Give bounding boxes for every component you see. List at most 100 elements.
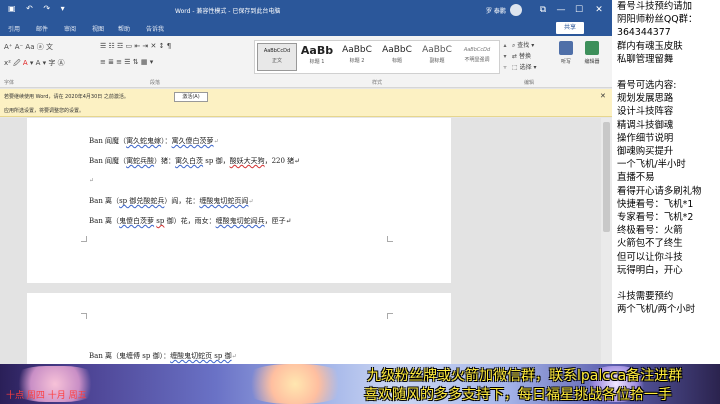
text-run: ↵ (231, 353, 237, 360)
close-icon[interactable]: ✕ (600, 92, 606, 100)
scrollbar-thumb[interactable] (603, 122, 610, 232)
text-run: 御）花，雨女： (164, 217, 216, 225)
text-run: ）： (161, 137, 172, 145)
paragraph-group-label: 段落 (150, 80, 161, 86)
document-line[interactable]: Ban 阎魔（寓蛇兵酸）猪：寓久白茨 sp 御，酸妖大天狗，220 猪↵ (89, 156, 300, 166)
tab-mailings[interactable]: 邮件 (36, 24, 48, 33)
tell-me-search[interactable]: 告诉我 (146, 24, 164, 33)
stream-banner: 十点 周四 十月 周五 九级粉丝牌或火箭加微信群，联系lpalcca备注进群 喜… (0, 364, 720, 404)
panel-line: 专家看号：飞机*2 (617, 212, 694, 224)
editor-button[interactable]: 编辑器 (582, 41, 602, 65)
text-run: Ban 离（ (89, 217, 120, 225)
text-run: 缠酸鬼切蛇阎兵 (215, 217, 265, 225)
text-run: ↵ (213, 138, 219, 145)
style-subtle-emphasis[interactable]: AaBbCcDd 不明显强调 (457, 43, 497, 71)
document-line[interactable]: Ban 离（sp 御兑酸蛇兵）阎，花：缠酸鬼切蛇页阎↵ (89, 196, 253, 206)
text-run: ，匣子↵ (264, 217, 292, 225)
banner-left-text: 十点 周四 十月 周五 (6, 391, 87, 401)
style-normal[interactable]: AaBbCcDd 正文 (257, 43, 297, 71)
style-heading-1[interactable]: AaBb 标题 1 (297, 43, 337, 71)
maximize-button[interactable]: ☐ (572, 3, 586, 17)
panel-line: 快捷看号：飞机*1 (617, 198, 694, 210)
tab-view[interactable]: 视图 (92, 24, 104, 33)
crop-mark (81, 313, 87, 319)
document-line[interactable]: Ban 离（鬼傻白茨萝 sp 御）花，雨女：缠酸鬼切蛇阎兵，匣子↵ (89, 216, 291, 226)
styles-gallery: AaBbCcDd 正文 AaBb 标题 1 AaBbC 标题 2 AaBbC 标… (254, 40, 500, 74)
avatar[interactable] (510, 4, 522, 16)
style-title[interactable]: AaBbC 标题 (377, 43, 417, 71)
panel-line: 但可以让你斗技 (617, 251, 683, 263)
panel-line: 364344377 (617, 27, 671, 39)
tab-references[interactable]: 引用 (8, 24, 20, 33)
quick-access-toolbar[interactable]: ▣ ↶ ↷ ▾ (8, 4, 69, 13)
text-run: 酸妖大天狗 (229, 157, 265, 165)
user-name[interactable]: 罗 泰鹏 (486, 6, 506, 15)
editor-icon (585, 41, 599, 55)
document-line[interactable]: Ban 离（鬼缠傅 sp 御）：缠酸鬼切蛇页 sp 御↵ (89, 351, 237, 361)
find-button[interactable]: ⌕ 查找 ▾ (512, 40, 537, 51)
panel-line: 终极看号：火箭 (617, 225, 683, 237)
microphone-icon (559, 41, 573, 55)
share-button[interactable]: 共享 (556, 22, 584, 34)
tab-help[interactable]: 帮助 (118, 24, 130, 33)
panel-line: 阴阳师粉丝QQ群： (617, 14, 698, 26)
paragraph-row-1[interactable]: ☰ ☷ ☲ ▭ ⇤ ⇥ ✕ ↕ ¶ (100, 42, 171, 50)
style-heading-2[interactable]: AaBbC 标题 2 (337, 43, 377, 71)
panel-line: 一个飞机/半小时 (617, 159, 686, 171)
text-run: ）猪： (154, 157, 176, 165)
editing-group-label: 编辑 (524, 80, 535, 86)
document-line[interactable]: Ban 阎魔（寓久蛇鬼嫁）：寓久傻白茨萝↵ (89, 136, 219, 146)
text-run: ↵ (89, 177, 95, 184)
crop-mark (387, 236, 393, 242)
panel-line: 看号斗技预约请加 (617, 1, 693, 12)
text-run: Ban 离（ (89, 197, 120, 205)
document-area[interactable]: Ban 阎魔（寓久蛇鬼嫁）：寓久傻白茨萝↵ Ban 阎魔（寓蛇兵酸）猪：寓久白茨 … (0, 118, 612, 364)
ribbon-tabs: 引用 邮件 审阅 视图 帮助 告诉我 共享 (0, 20, 612, 36)
dictate-button[interactable]: 听写 (556, 41, 576, 65)
activation-notice: 若要继续使用 Word，请在 2020年4月30日 之前激活。 激活(A) 应用… (0, 89, 612, 117)
document-page[interactable]: Ban 阎魔（寓久蛇鬼嫁）：寓久傻白茨萝↵ Ban 阎魔（寓蛇兵酸）猪：寓久白茨 … (27, 118, 451, 283)
close-button[interactable]: ✕ (592, 3, 606, 17)
panel-line: 火箭包不了终生 (617, 238, 683, 250)
text-run: 缠酸鬼切蛇页 sp 御 (170, 352, 232, 360)
document-line[interactable]: ↵ (89, 176, 94, 184)
replace-button[interactable]: ⇄ 替换 (512, 51, 537, 62)
document-page[interactable]: Ban 离（鬼缠傅 sp 御）：缠酸鬼切蛇页 sp 御↵ (27, 293, 451, 364)
panel-line: 两个飞机/两个小时 (617, 304, 696, 316)
font-row-1[interactable]: A⁺ A⁻ Aa ⓐ 文 (4, 42, 53, 52)
text-run: ，220 猪↵ (264, 157, 301, 165)
banner-line-2: 喜欢随风的多多支持下，每日福星挑战各位拾一手 (364, 387, 672, 403)
font-row-2[interactable]: x² 🖉 A ▾ A ▾ 字 Ⓐ (4, 58, 65, 70)
panel-line (617, 66, 720, 79)
select-button[interactable]: ⬚ 选择 ▾ (512, 62, 537, 73)
paragraph-row-2[interactable]: ≡ ≣ ≡ ☰ ⇅ ▦ ▾ (100, 58, 153, 66)
styles-scroll[interactable]: ▴ ▾ ▿ (501, 40, 509, 74)
panel-line (617, 277, 720, 290)
text-run: 缠酸鬼切蛇页阎 (199, 197, 249, 205)
minimize-button[interactable]: — (554, 3, 568, 17)
text-run: Ban 离（鬼缠傅 sp 御）： (89, 352, 171, 360)
ribbon-display-button[interactable]: ⧉ (536, 3, 550, 17)
crop-mark (81, 236, 87, 242)
panel-line: 玩得明白，开心 (617, 264, 683, 276)
stream-info-panel: 看号斗技预约请加 阴阳师粉丝QQ群： 364344377 群内有魂玉皮肤 私聊管理留舞看… (612, 0, 720, 364)
text-run: Ban 阎魔（ (89, 137, 127, 145)
text-run: ）阎，花： (164, 197, 200, 205)
window-title: Word - 兼容性模式 - 已保存到此台电脑 (175, 8, 281, 15)
panel-line: 看得开心请多刷礼物 (617, 185, 702, 197)
title-bar: ▣ ↶ ↷ ▾ Word - 兼容性模式 - 已保存到此台电脑 罗 泰鹏 ⧉ —… (0, 0, 612, 20)
panel-line: 私聊管理留舞 (617, 53, 674, 65)
editing-group: ⌕ 查找 ▾ ⇄ 替换 ⬚ 选择 ▾ (512, 40, 537, 73)
vertical-scrollbar[interactable] (601, 118, 612, 364)
font-group-label: 字体 (4, 80, 15, 86)
anime-art (240, 364, 350, 404)
screen: ▣ ↶ ↷ ▾ Word - 兼容性模式 - 已保存到此台电脑 罗 泰鹏 ⧉ —… (0, 0, 720, 404)
text-run: ↵ (248, 198, 254, 205)
text-run: 寓久傻白茨萝 (171, 137, 214, 145)
style-subtitle[interactable]: AaBbC 副标题 (417, 43, 457, 71)
activate-button[interactable]: 激活(A) (174, 92, 208, 102)
tab-review[interactable]: 审阅 (64, 24, 76, 33)
crop-mark (387, 313, 393, 319)
activation-message: 若要继续使用 Word，请在 2020年4月30日 之前激活。 (4, 94, 129, 100)
panel-line: 规划发展思路 (617, 93, 674, 105)
